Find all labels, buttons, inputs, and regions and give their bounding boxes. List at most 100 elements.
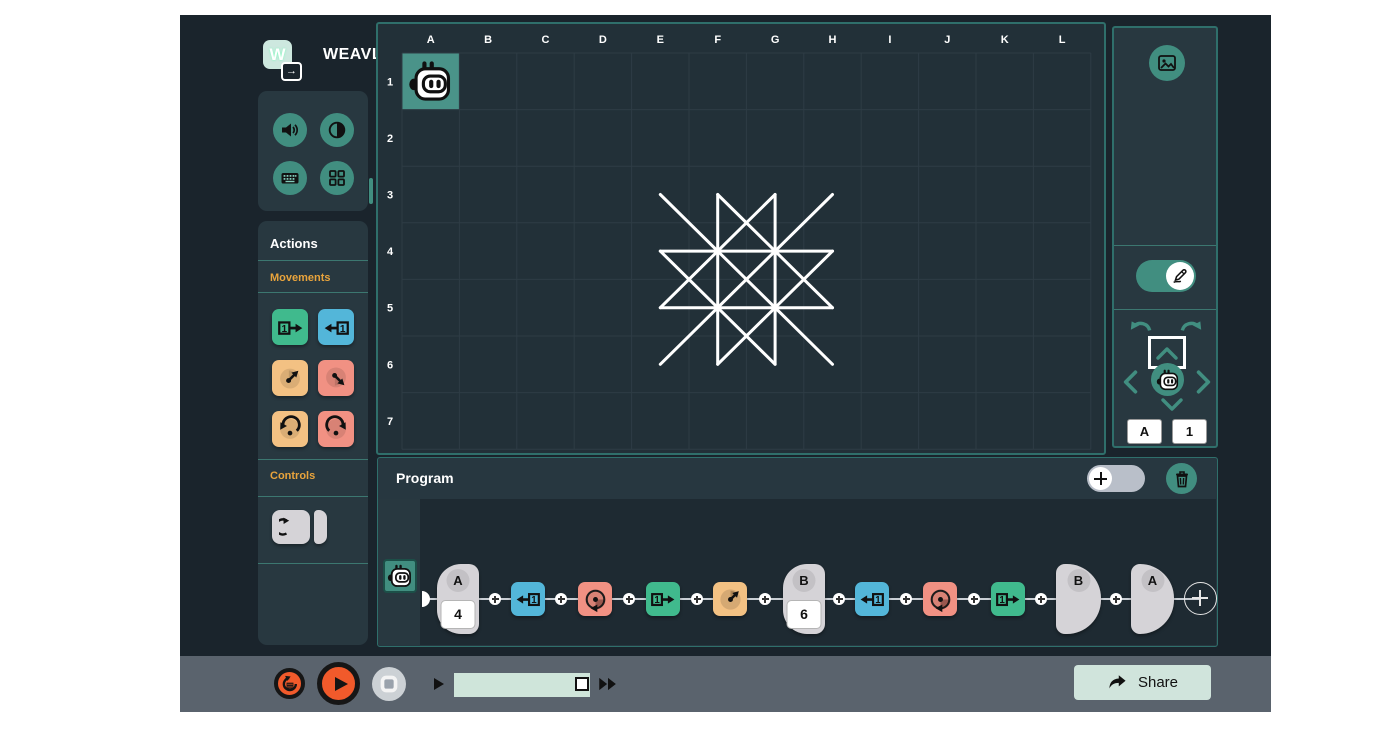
loop-iterations-input[interactable]: 6	[787, 600, 822, 629]
grid-column-label: J	[944, 34, 950, 46]
palette-block-turn-left-45[interactable]	[272, 360, 308, 396]
add-step-connector[interactable]	[555, 593, 567, 605]
program-block-turn-right[interactable]	[578, 582, 612, 616]
grid-column-label: L	[1059, 34, 1066, 46]
grid-column-label: H	[829, 34, 837, 46]
scene-background-button[interactable]	[1149, 45, 1185, 81]
add-step-connector[interactable]	[623, 593, 635, 605]
keyboard-shortcuts-button[interactable]	[273, 161, 307, 195]
turn-right-button[interactable]	[1178, 315, 1204, 335]
grid-row-label: 5	[387, 303, 393, 315]
robot-icon	[387, 564, 413, 588]
speed-slow-icon[interactable]	[432, 677, 446, 691]
scene-grid[interactable]: ABCDEFGHIJKL1234567	[378, 24, 1104, 453]
turn-left-button[interactable]	[1128, 315, 1154, 335]
move-down-button[interactable]	[1150, 397, 1184, 413]
palette-block-turn-right-90[interactable]	[318, 411, 354, 447]
high-contrast-button[interactable]	[320, 113, 354, 147]
add-step-connector[interactable]	[1035, 593, 1047, 605]
move-left-button[interactable]	[1122, 369, 1138, 395]
divider	[258, 260, 368, 261]
add-step-connector[interactable]	[900, 593, 912, 605]
play-button[interactable]	[317, 662, 360, 705]
actions-title: Actions	[270, 236, 318, 251]
program-block-backward-1[interactable]	[855, 582, 889, 616]
loop-iterations-input[interactable]: 4	[441, 600, 476, 629]
program-block-backward-1[interactable]	[511, 582, 545, 616]
weavly-page: W → WEAVLY Actions Movements	[0, 0, 1396, 736]
audio-feedback-button[interactable]	[273, 113, 307, 147]
add-step-connector[interactable]	[691, 593, 703, 605]
program-block-forward-1[interactable]	[646, 582, 680, 616]
robot-icon	[1156, 369, 1180, 391]
character-panel: A 1	[1112, 26, 1218, 448]
turn-right-45-icon	[322, 364, 350, 392]
stop-button[interactable]	[372, 667, 406, 701]
redo-curve-icon	[1178, 315, 1204, 335]
backward-1-icon	[859, 586, 885, 612]
program-panel: Program A 4	[377, 457, 1218, 647]
add-step-connector[interactable]	[759, 593, 771, 605]
program-body: A 4	[378, 499, 1216, 645]
backward-1-icon	[515, 586, 541, 612]
grid-row-label: 7	[387, 416, 393, 428]
delete-all-button[interactable]	[1166, 463, 1197, 494]
position-column-input[interactable]: A	[1127, 419, 1162, 444]
theme-picker-button[interactable]	[320, 161, 354, 195]
speed-fast-icon[interactable]	[597, 677, 619, 691]
add-step-connector[interactable]	[489, 593, 501, 605]
grid-column-label: B	[484, 34, 492, 46]
add-step-connector[interactable]	[1110, 593, 1122, 605]
pen-icon	[1170, 266, 1190, 286]
weavly-logo: W → WEAVLY	[263, 40, 392, 69]
program-character-button[interactable]	[383, 559, 417, 593]
add-step-connector[interactable]	[833, 593, 845, 605]
refresh-icon	[280, 674, 300, 694]
position-row-input[interactable]: 1	[1172, 419, 1207, 444]
palette-block-turn-right-45[interactable]	[318, 360, 354, 396]
program-block-loop-start-B[interactable]: B 6	[783, 564, 825, 634]
add-block-button[interactable]	[1184, 582, 1217, 615]
palette-block-backward-1[interactable]	[318, 309, 354, 345]
grid-row-label: 1	[387, 76, 393, 88]
turn-left-icon	[717, 586, 744, 613]
speed-slider-track[interactable]	[454, 673, 590, 697]
grid-column-label: I	[888, 34, 891, 46]
image-icon	[1156, 52, 1178, 74]
add-step-connector[interactable]	[968, 593, 980, 605]
refresh-button[interactable]	[274, 668, 305, 699]
add-node-toggle[interactable]	[1087, 465, 1145, 492]
weavly-logo-arrow-icon: →	[281, 62, 302, 81]
share-icon	[1107, 674, 1128, 691]
grid-column-label: F	[714, 34, 721, 46]
palette-block-turn-left-90[interactable]	[272, 411, 308, 447]
apps-grid-icon	[327, 168, 347, 188]
grid-column-label: G	[771, 34, 780, 46]
speed-slider-thumb[interactable]	[575, 677, 589, 691]
program-block-loop-end-A[interactable]: A	[1131, 564, 1174, 634]
loop-label: A	[1141, 569, 1164, 592]
actions-panel: Actions Movements Controls	[258, 221, 368, 645]
program-block-loop-start-A[interactable]: A 4	[437, 564, 479, 634]
program-start-caret[interactable]	[422, 591, 430, 607]
program-block-forward-1[interactable]	[991, 582, 1025, 616]
pen-toggle[interactable]	[1136, 260, 1196, 292]
palette-block-forward-1[interactable]	[272, 309, 308, 345]
divider	[1114, 245, 1216, 246]
controls-title: Controls	[270, 470, 315, 482]
scene-panel[interactable]: ABCDEFGHIJKL1234567	[376, 22, 1106, 455]
chevron-left-icon	[1122, 369, 1138, 395]
program-block-turn-right[interactable]	[923, 582, 957, 616]
plus-icon	[1089, 467, 1112, 490]
forward-1-icon	[277, 314, 304, 341]
panel-resize-handle[interactable]	[369, 178, 373, 204]
divider	[258, 459, 368, 460]
move-right-button[interactable]	[1196, 369, 1212, 395]
program-block-loop-end-B[interactable]: B	[1056, 564, 1101, 634]
forward-1-icon	[650, 586, 676, 612]
program-block-turn-left[interactable]	[713, 582, 747, 616]
grid-column-label: C	[542, 34, 550, 46]
turn-right-90-icon	[322, 415, 350, 443]
palette-block-loop[interactable]	[272, 510, 310, 544]
share-button[interactable]: Share	[1074, 665, 1211, 700]
